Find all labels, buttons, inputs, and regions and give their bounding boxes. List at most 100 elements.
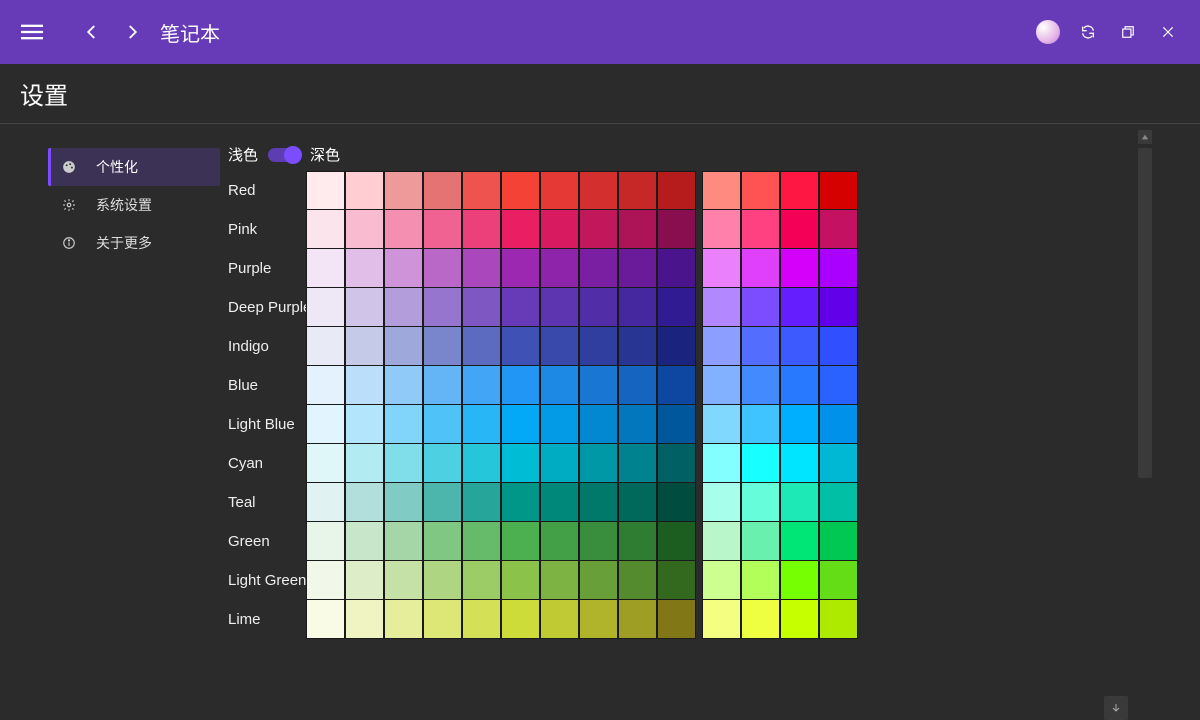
- color-swatch[interactable]: [384, 249, 423, 288]
- color-swatch[interactable]: [423, 444, 462, 483]
- color-swatch[interactable]: [819, 522, 858, 561]
- color-swatch[interactable]: [780, 210, 819, 249]
- close-window-button[interactable]: [1148, 12, 1188, 52]
- color-swatch[interactable]: [540, 288, 579, 327]
- color-swatch[interactable]: [345, 483, 384, 522]
- color-swatch[interactable]: [579, 249, 618, 288]
- color-swatch[interactable]: [618, 366, 657, 405]
- color-swatch[interactable]: [618, 483, 657, 522]
- color-swatch[interactable]: [306, 171, 345, 210]
- color-swatch[interactable]: [657, 210, 696, 249]
- color-swatch[interactable]: [501, 210, 540, 249]
- color-swatch[interactable]: [540, 405, 579, 444]
- color-swatch[interactable]: [618, 171, 657, 210]
- color-swatch[interactable]: [657, 327, 696, 366]
- scroll-up-button[interactable]: [1138, 130, 1152, 144]
- color-swatch[interactable]: [423, 483, 462, 522]
- color-swatch[interactable]: [345, 366, 384, 405]
- color-swatch[interactable]: [702, 171, 741, 210]
- color-swatch[interactable]: [306, 249, 345, 288]
- color-swatch[interactable]: [780, 483, 819, 522]
- color-swatch[interactable]: [741, 288, 780, 327]
- color-swatch[interactable]: [741, 249, 780, 288]
- color-swatch[interactable]: [501, 288, 540, 327]
- color-swatch[interactable]: [462, 405, 501, 444]
- color-swatch[interactable]: [423, 249, 462, 288]
- color-swatch[interactable]: [345, 561, 384, 600]
- color-swatch[interactable]: [462, 327, 501, 366]
- color-swatch[interactable]: [345, 288, 384, 327]
- color-swatch[interactable]: [306, 522, 345, 561]
- color-swatch[interactable]: [384, 561, 423, 600]
- color-swatch[interactable]: [384, 600, 423, 639]
- color-swatch[interactable]: [657, 522, 696, 561]
- color-swatch[interactable]: [702, 405, 741, 444]
- color-swatch[interactable]: [423, 561, 462, 600]
- color-swatch[interactable]: [702, 366, 741, 405]
- color-swatch[interactable]: [384, 522, 423, 561]
- color-swatch[interactable]: [540, 600, 579, 639]
- color-swatch[interactable]: [540, 366, 579, 405]
- color-swatch[interactable]: [501, 444, 540, 483]
- color-swatch[interactable]: [579, 600, 618, 639]
- color-swatch[interactable]: [780, 249, 819, 288]
- color-swatch[interactable]: [540, 327, 579, 366]
- color-swatch[interactable]: [306, 600, 345, 639]
- color-swatch[interactable]: [780, 444, 819, 483]
- color-swatch[interactable]: [579, 483, 618, 522]
- color-swatch[interactable]: [657, 483, 696, 522]
- color-swatch[interactable]: [384, 171, 423, 210]
- color-swatch[interactable]: [345, 405, 384, 444]
- color-swatch[interactable]: [618, 249, 657, 288]
- color-swatch[interactable]: [741, 366, 780, 405]
- color-swatch[interactable]: [540, 444, 579, 483]
- color-swatch[interactable]: [780, 171, 819, 210]
- color-swatch[interactable]: [657, 561, 696, 600]
- color-swatch[interactable]: [345, 522, 384, 561]
- color-swatch[interactable]: [423, 366, 462, 405]
- color-swatch[interactable]: [501, 171, 540, 210]
- color-swatch[interactable]: [540, 171, 579, 210]
- menu-button[interactable]: [12, 12, 52, 52]
- color-swatch[interactable]: [702, 210, 741, 249]
- color-swatch[interactable]: [741, 483, 780, 522]
- theme-toggle[interactable]: [268, 148, 300, 162]
- color-swatch[interactable]: [462, 366, 501, 405]
- color-swatch[interactable]: [657, 405, 696, 444]
- color-swatch[interactable]: [345, 210, 384, 249]
- color-swatch[interactable]: [579, 444, 618, 483]
- color-swatch[interactable]: [819, 561, 858, 600]
- color-swatch[interactable]: [306, 210, 345, 249]
- color-swatch[interactable]: [741, 444, 780, 483]
- color-swatch[interactable]: [618, 210, 657, 249]
- color-swatch[interactable]: [501, 600, 540, 639]
- color-swatch[interactable]: [345, 171, 384, 210]
- color-swatch[interactable]: [384, 444, 423, 483]
- color-swatch[interactable]: [579, 522, 618, 561]
- color-swatch[interactable]: [423, 171, 462, 210]
- color-swatch[interactable]: [702, 249, 741, 288]
- color-swatch[interactable]: [462, 483, 501, 522]
- color-swatch[interactable]: [540, 561, 579, 600]
- color-swatch[interactable]: [306, 483, 345, 522]
- color-swatch[interactable]: [819, 405, 858, 444]
- color-swatch[interactable]: [501, 249, 540, 288]
- color-swatch[interactable]: [780, 288, 819, 327]
- color-swatch[interactable]: [618, 522, 657, 561]
- color-swatch[interactable]: [741, 561, 780, 600]
- color-swatch[interactable]: [306, 561, 345, 600]
- color-swatch[interactable]: [384, 210, 423, 249]
- color-swatch[interactable]: [540, 483, 579, 522]
- color-swatch[interactable]: [540, 210, 579, 249]
- color-swatch[interactable]: [384, 327, 423, 366]
- color-swatch[interactable]: [423, 405, 462, 444]
- color-swatch[interactable]: [501, 327, 540, 366]
- color-swatch[interactable]: [579, 210, 618, 249]
- color-swatch[interactable]: [423, 600, 462, 639]
- color-swatch[interactable]: [657, 171, 696, 210]
- color-swatch[interactable]: [702, 561, 741, 600]
- color-swatch[interactable]: [741, 600, 780, 639]
- color-swatch[interactable]: [384, 405, 423, 444]
- color-swatch[interactable]: [423, 210, 462, 249]
- color-swatch[interactable]: [579, 366, 618, 405]
